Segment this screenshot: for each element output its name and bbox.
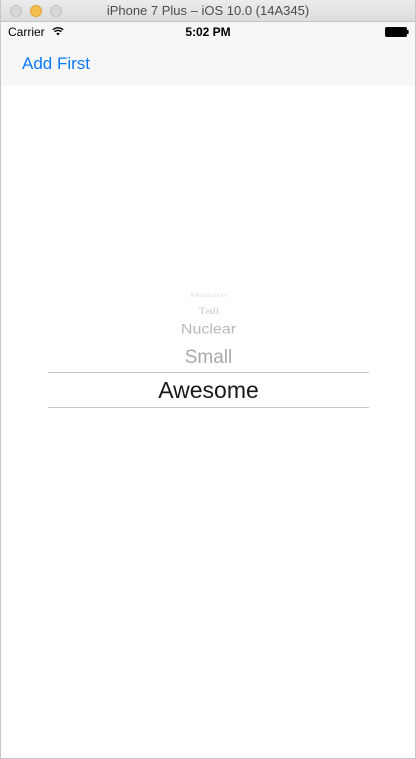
navigation-bar: Add First: [1, 42, 415, 86]
picker-row[interactable]: Small: [48, 347, 369, 369]
status-bar: Carrier 5:02 PM: [1, 22, 415, 42]
status-time: 5:02 PM: [185, 25, 231, 39]
selection-indicator-bottom: [48, 407, 369, 408]
window-title: iPhone 7 Plus – iOS 10.0 (14A345): [106, 3, 310, 18]
add-first-button[interactable]: Add First: [22, 54, 90, 74]
battery-icon: [385, 27, 409, 37]
picker-row[interactable]: Tall: [48, 306, 369, 316]
picker-view[interactable]: Mature Tall Nuclear Small Awesome: [48, 286, 369, 426]
picker-row[interactable]: Nuclear: [48, 322, 369, 337]
window-titlebar: iPhone 7 Plus – iOS 10.0 (14A345): [1, 0, 415, 22]
picker-row[interactable]: Mature: [48, 292, 369, 298]
selection-indicator-top: [48, 372, 369, 373]
simulator-window: iPhone 7 Plus – iOS 10.0 (14A345) Carrie…: [0, 0, 416, 759]
picker-selected-row[interactable]: Awesome: [48, 377, 369, 404]
